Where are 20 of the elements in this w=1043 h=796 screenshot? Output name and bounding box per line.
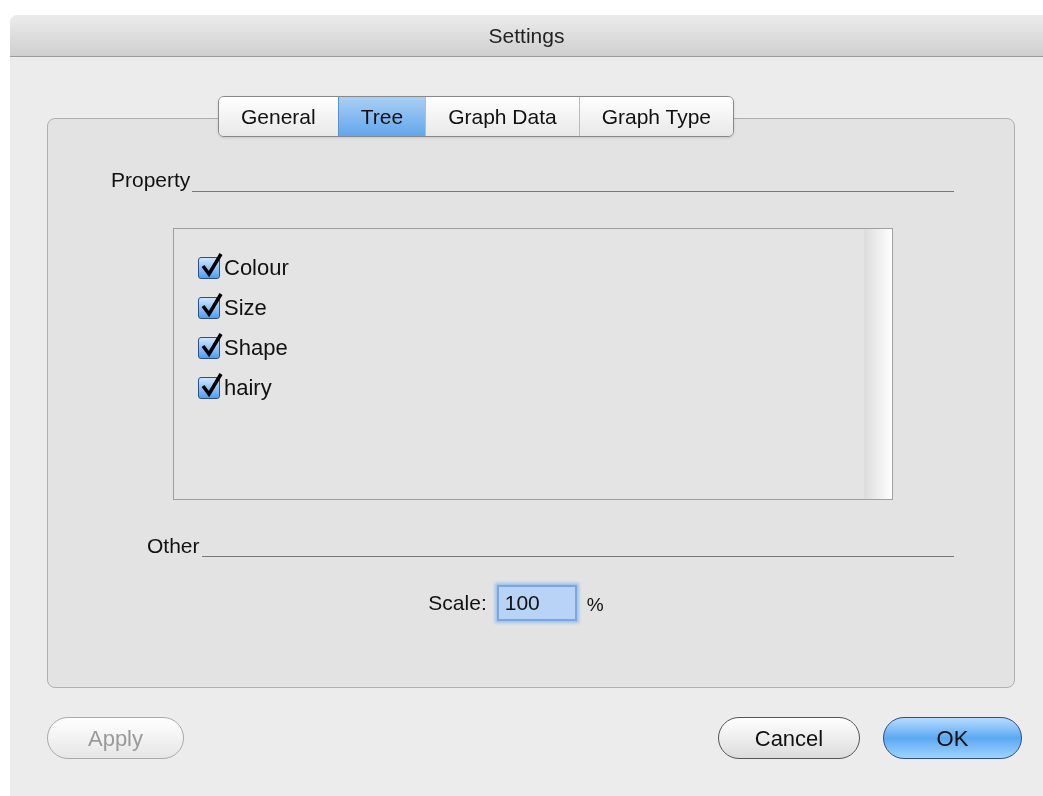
checkbox[interactable]: [198, 296, 220, 319]
checkbox[interactable]: [198, 256, 220, 279]
checkbox-label: Size: [224, 294, 267, 322]
scale-field[interactable]: 100: [496, 585, 577, 621]
section-heading: Property: [111, 167, 191, 193]
checkbox[interactable]: [198, 376, 220, 399]
checkbox[interactable]: [198, 336, 220, 359]
tab[interactable]: General: [219, 97, 338, 136]
checkbox-label: Colour: [224, 254, 289, 282]
cancel-button[interactable]: Cancel: [718, 717, 860, 759]
window-title: Settings: [488, 22, 565, 49]
tab[interactable]: Tree: [337, 97, 426, 136]
ok-button[interactable]: OK: [883, 717, 1022, 759]
tab[interactable]: Graph Data: [425, 97, 579, 136]
checkbox-label: hairy: [224, 374, 272, 402]
tab[interactable]: Graph Type: [578, 97, 734, 136]
scale-label: Scale:: [428, 590, 487, 617]
section-heading: Other: [147, 532, 200, 559]
unit-label: %: [586, 592, 604, 617]
checkbox-label: Shape: [224, 334, 288, 362]
